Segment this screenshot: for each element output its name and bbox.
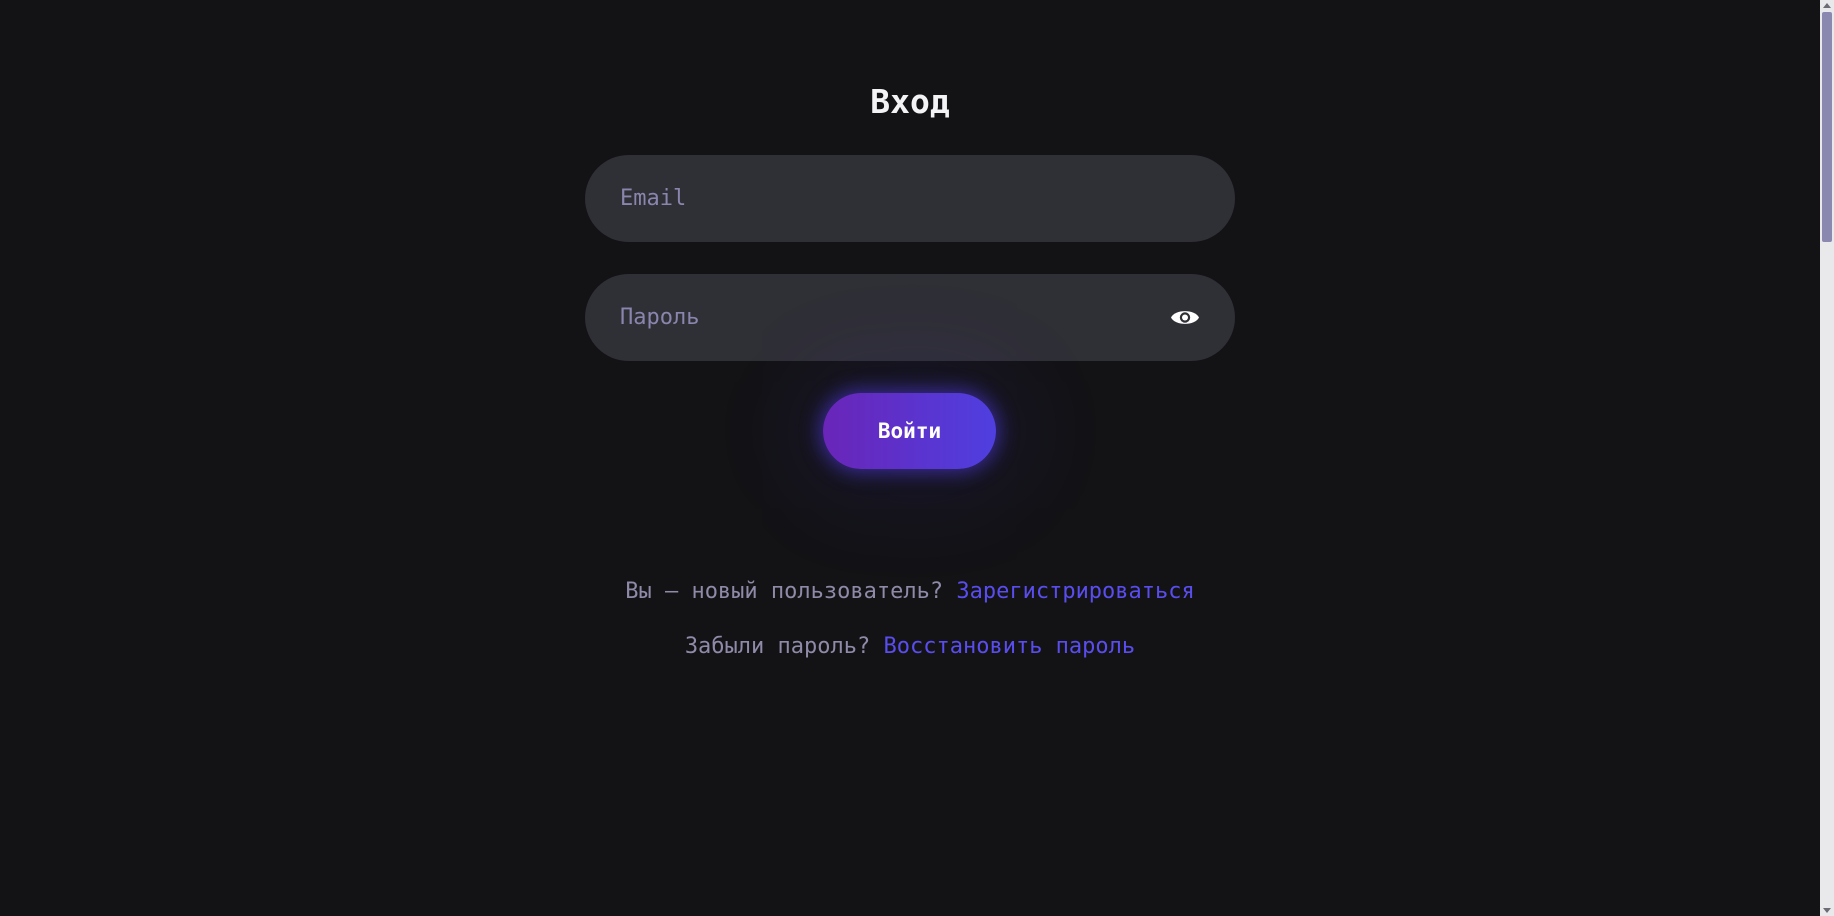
scrollbar-thumb[interactable] [1822, 12, 1832, 242]
register-prompt: Вы — новый пользователь? [625, 579, 944, 604]
password-input[interactable] [620, 274, 1160, 361]
scroll-up-arrow-icon[interactable] [1823, 3, 1831, 8]
page-title: Вход [870, 82, 950, 121]
password-field-wrapper [585, 274, 1235, 361]
register-line: Вы — новый пользователь? Зарегистрироват… [0, 577, 1820, 607]
register-link[interactable]: Зарегистрироваться [956, 579, 1194, 604]
email-input[interactable] [620, 155, 1160, 242]
login-page: Вход Войти Вы — новый пользователь? Заре… [0, 0, 1834, 916]
vertical-scrollbar[interactable] [1820, 0, 1834, 916]
email-field-wrapper [585, 155, 1235, 242]
eye-icon[interactable] [1170, 304, 1200, 331]
forgot-password-line: Забыли пароль? Восстановить пароль [0, 632, 1820, 662]
login-button[interactable]: Войти [823, 393, 996, 469]
forgot-prompt: Забыли пароль? [684, 634, 871, 659]
scroll-down-arrow-icon[interactable] [1823, 908, 1831, 913]
restore-password-link[interactable]: Восстановить пароль [884, 634, 1136, 659]
